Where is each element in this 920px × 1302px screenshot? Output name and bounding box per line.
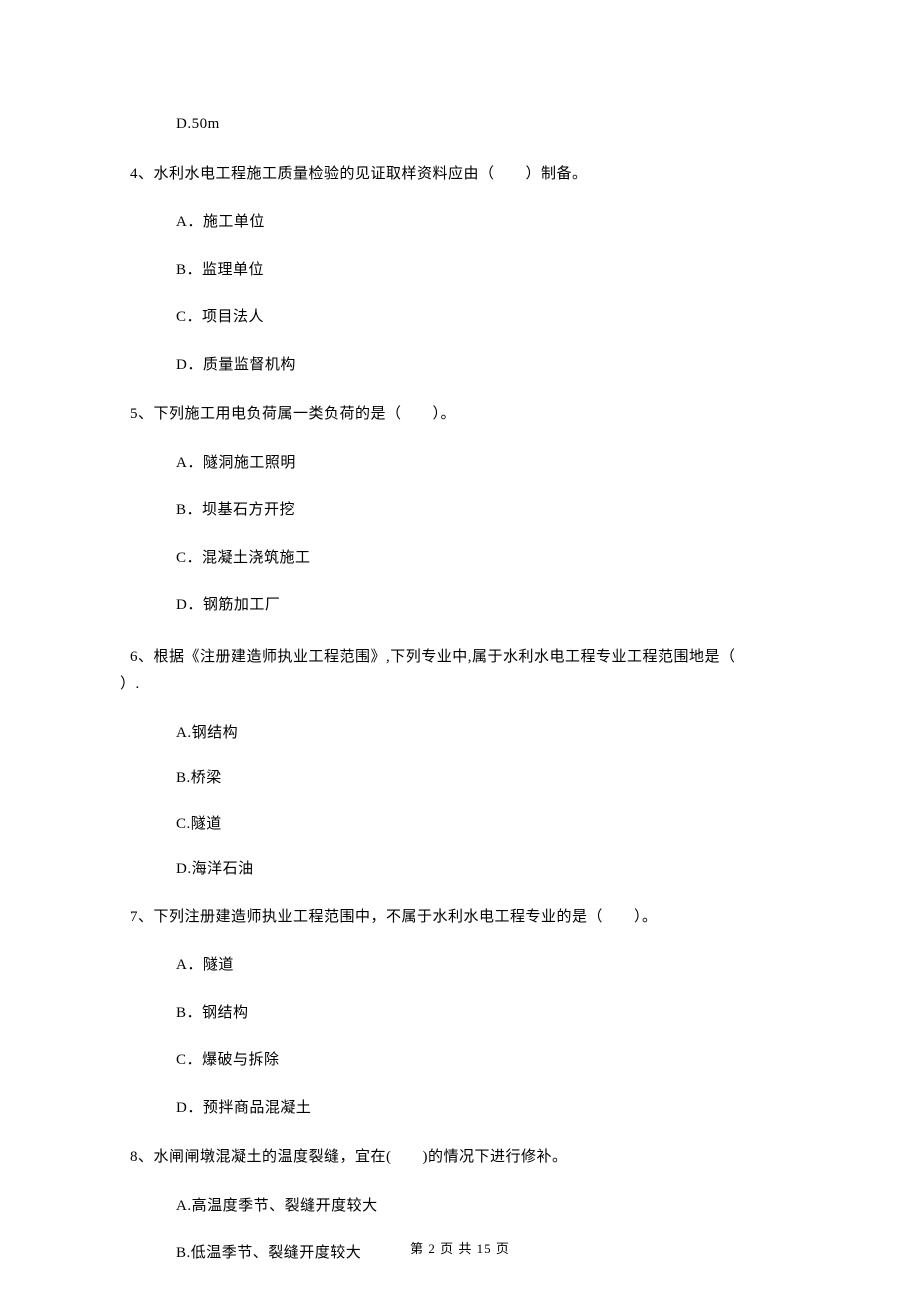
question-5-option-d: D．钢筋加工厂 xyxy=(120,596,800,616)
question-6-option-b: B.桥梁 xyxy=(120,769,800,789)
page-content: D.50m 4、水利水电工程施工质量检验的见证取样资料应由（ ）制备。 A．施工… xyxy=(0,0,920,1264)
prev-question-option-d: D.50m xyxy=(120,115,800,135)
question-7-option-a: A．隧道 xyxy=(120,956,800,976)
question-8-option-a: A.高温度季节、裂缝开度较大 xyxy=(120,1197,800,1217)
question-7-option-b: B．钢结构 xyxy=(120,1004,800,1024)
question-5-option-b: B．坝基石方开挖 xyxy=(120,501,800,521)
question-4-option-b: B．监理单位 xyxy=(120,261,800,281)
question-8-stem: 8、水闸闸墩混凝土的温度裂缝，宜在( )的情况下进行修补。 xyxy=(120,1146,800,1169)
question-6-stem-line2: ）. xyxy=(120,676,140,692)
question-4-option-d: D．质量监督机构 xyxy=(120,356,800,376)
question-6-option-c: C.隧道 xyxy=(120,815,800,835)
question-4-option-a: A．施工单位 xyxy=(120,213,800,233)
question-5-option-c: C．混凝土浇筑施工 xyxy=(120,549,800,569)
question-6-option-d: D.海洋石油 xyxy=(120,860,800,880)
question-5-option-a: A．隧洞施工照明 xyxy=(120,454,800,474)
question-7-stem: 7、下列注册建造师执业工程范围中，不属于水利水电工程专业的是（ ）。 xyxy=(120,906,800,929)
question-4-option-c: C．项目法人 xyxy=(120,308,800,328)
question-4-stem: 4、水利水电工程施工质量检验的见证取样资料应由（ ）制备。 xyxy=(120,163,800,186)
question-5-stem: 5、下列施工用电负荷属一类负荷的是（ ）。 xyxy=(120,403,800,426)
question-6-stem-line1: 6、根据《注册建造师执业工程范围》,下列专业中,属于水利水电工程专业工程范围地是… xyxy=(130,649,751,665)
page-footer: 第 2 页 共 15 页 xyxy=(0,1238,920,1257)
question-7-option-c: C．爆破与拆除 xyxy=(120,1051,800,1071)
question-7-option-d: D．预拌商品混凝土 xyxy=(120,1099,800,1119)
question-6-option-a: A.钢结构 xyxy=(120,724,800,744)
question-6-stem: 6、根据《注册建造师执业工程范围》,下列专业中,属于水利水电工程专业工程范围地是… xyxy=(120,644,800,698)
